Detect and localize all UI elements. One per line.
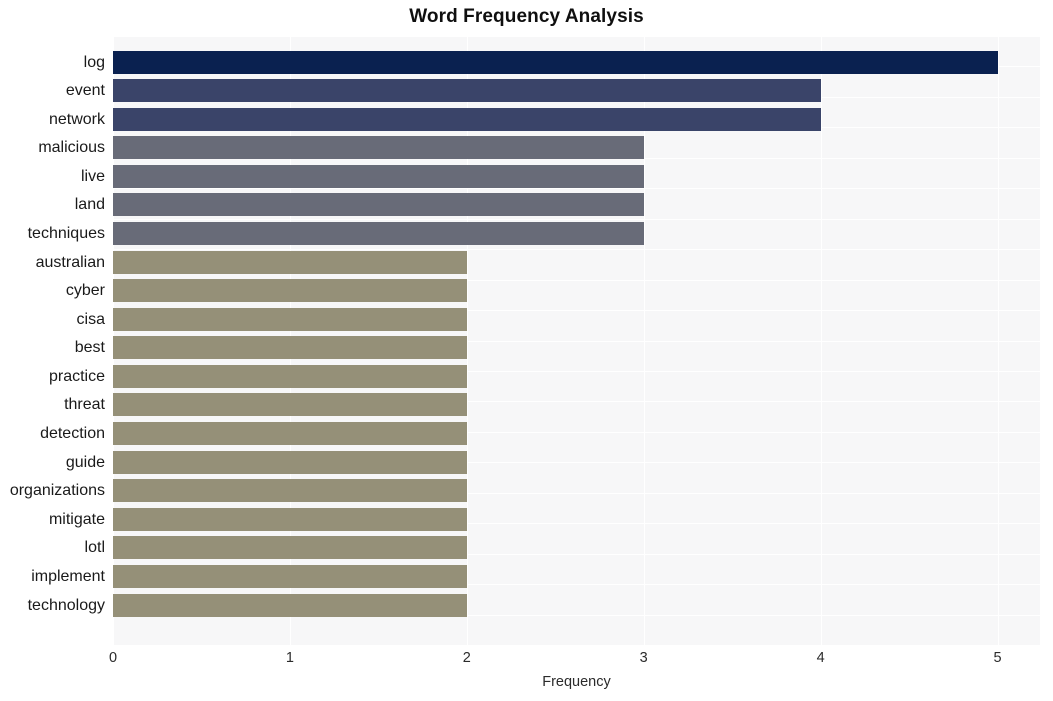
bar-row <box>113 594 1040 617</box>
y-tick-label-practice: practice <box>48 368 105 385</box>
y-tick-label-cisa: cisa <box>76 311 105 328</box>
y-tick-label-network: network <box>48 111 105 128</box>
bar-network <box>113 108 821 131</box>
x-tick-label-3: 3 <box>639 650 648 666</box>
bar-cisa <box>113 308 467 331</box>
bar-threat <box>113 393 467 416</box>
bar-live <box>113 165 644 188</box>
bar-row <box>113 165 1040 188</box>
gridline-horizontal-7 <box>113 249 1040 250</box>
y-tick-label-log: log <box>83 54 105 71</box>
y-tick-label-cyber: cyber <box>65 282 105 299</box>
gridline-horizontal-6 <box>113 219 1040 220</box>
y-tick-label-detection: detection <box>40 425 105 442</box>
y-tick-label-live: live <box>80 168 105 185</box>
x-tick-label-2: 2 <box>462 650 471 666</box>
gridline-horizontal-20 <box>113 645 1040 646</box>
bar-row <box>113 508 1040 531</box>
gridline-horizontal-5 <box>113 188 1040 189</box>
y-tick-label-implement: implement <box>31 568 105 585</box>
bar-land <box>113 193 644 216</box>
bar-guide <box>113 451 467 474</box>
bar-row <box>113 222 1040 245</box>
chart-title: Word Frequency Analysis <box>409 6 644 27</box>
bar-row <box>113 308 1040 331</box>
bar-row <box>113 79 1040 102</box>
x-axis-title: Frequency <box>542 674 611 690</box>
bar-mitigate <box>113 508 467 531</box>
y-tick-label-land: land <box>74 196 105 213</box>
bar-row <box>113 108 1040 131</box>
plot-area <box>113 36 1040 646</box>
bar-row <box>113 536 1040 559</box>
chart-figure: Word Frequency Analysis log event network m… <box>0 0 1053 701</box>
bar-malicious <box>113 136 644 159</box>
x-tick-label-1: 1 <box>285 650 294 666</box>
bar-technology <box>113 594 467 617</box>
bar-row <box>113 193 1040 216</box>
y-tick-label-event: event <box>65 82 105 99</box>
bar-australian <box>113 251 467 274</box>
y-tick-label-technology: technology <box>27 597 105 614</box>
bar-detection <box>113 422 467 445</box>
bar-row <box>113 565 1040 588</box>
y-tick-label-mitigate: mitigate <box>48 511 105 528</box>
y-tick-label-best: best <box>74 339 105 356</box>
bar-techniques <box>113 222 644 245</box>
x-tick-label-4: 4 <box>816 650 825 666</box>
y-tick-label-guide: guide <box>65 454 105 471</box>
bar-row <box>113 136 1040 159</box>
x-tick-label-0: 0 <box>108 650 118 666</box>
bar-implement <box>113 565 467 588</box>
y-tick-label-australian: australian <box>35 254 105 271</box>
y-tick-label-lotl: lotl <box>84 539 105 556</box>
bar-cyber <box>113 279 467 302</box>
bar-row <box>113 479 1040 502</box>
bar-row <box>113 451 1040 474</box>
gridline-horizontal-0 <box>113 36 1040 37</box>
bar-row <box>113 365 1040 388</box>
y-tick-label-threat: threat <box>64 396 105 413</box>
y-tick-label-organizations: organizations <box>9 482 105 499</box>
bar-row <box>113 51 1040 74</box>
bar-lotl <box>113 536 467 559</box>
bar-log <box>113 51 998 74</box>
y-tick-label-techniques: techniques <box>27 225 105 242</box>
bar-row <box>113 336 1040 359</box>
bar-organizations <box>113 479 467 502</box>
bar-row <box>113 251 1040 274</box>
bar-row <box>113 393 1040 416</box>
bar-practice <box>113 365 467 388</box>
bar-row <box>113 422 1040 445</box>
bar-best <box>113 336 467 359</box>
y-tick-label-malicious: malicious <box>38 139 105 156</box>
bar-row <box>113 279 1040 302</box>
x-tick-label-5: 5 <box>993 650 1002 666</box>
bar-event <box>113 79 821 102</box>
